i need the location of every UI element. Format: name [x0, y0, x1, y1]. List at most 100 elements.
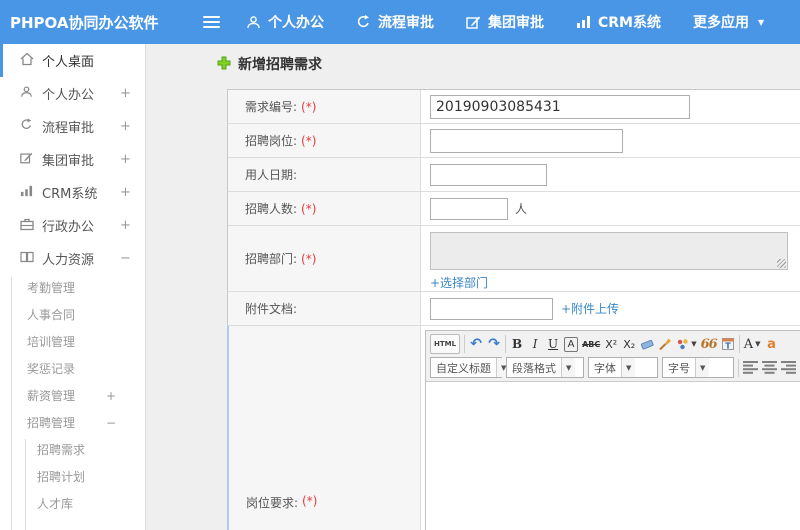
- menu-toggle-button[interactable]: [203, 16, 220, 28]
- headcount-input[interactable]: [430, 197, 508, 220]
- align-right-button[interactable]: [781, 358, 796, 378]
- eraser-icon: [640, 337, 654, 351]
- recruit-dept-textarea[interactable]: [430, 232, 788, 270]
- subscript-button[interactable]: X₂: [622, 334, 636, 354]
- sidebar-item-personal-desktop[interactable]: 个人桌面: [0, 44, 145, 77]
- field-label: 招聘人数:: [245, 202, 298, 216]
- topbar: PHPOA协同办公软件 个人办公 流程审批 集团审批 CRM系统 更多应用 ▼: [0, 0, 800, 44]
- bar-chart-icon: [20, 185, 33, 201]
- sidebar-item-admin-office[interactable]: 行政办公 +: [0, 209, 145, 242]
- caret-down-icon: ▼: [621, 358, 636, 377]
- expand-icon[interactable]: +: [120, 152, 131, 167]
- sidebar-item-workflow-approval[interactable]: 流程审批 +: [0, 110, 145, 143]
- job-position-input[interactable]: [430, 128, 623, 153]
- caret-down-icon: ▼: [695, 358, 710, 377]
- required-mark: (*): [301, 251, 317, 266]
- recruit-demand-form: 需求编号:(*) 招聘岗位:(*) 用人日期: 招聘人数:(*) 人 招聘部门:…: [227, 89, 800, 530]
- form-row-recruit-dept: 招聘部门: (*) +选择部门: [227, 226, 800, 292]
- sidebar-item-rewards[interactable]: 奖惩记录: [0, 356, 145, 383]
- page-header: 新增招聘需求: [217, 54, 322, 74]
- sidebar-item-training[interactable]: 培训管理: [0, 329, 145, 356]
- strikethrough-button[interactable]: ABC: [582, 334, 600, 354]
- highlight-color-button[interactable]: a: [765, 334, 779, 354]
- field-label: 用人日期:: [245, 168, 298, 182]
- person-icon: [246, 15, 261, 30]
- align-left-button[interactable]: [743, 358, 758, 378]
- field-label: 招聘岗位:: [245, 134, 298, 148]
- sidebar-item-attendance[interactable]: 考勤管理: [0, 275, 145, 302]
- align-right-icon: [781, 361, 796, 374]
- blockquote-button[interactable]: 66: [701, 334, 718, 354]
- nav-item-more-apps[interactable]: 更多应用 ▼: [693, 12, 764, 32]
- nav-item-workflow-approval[interactable]: 流程审批: [356, 12, 434, 32]
- collapse-icon[interactable]: −: [106, 410, 116, 437]
- demand-no-input[interactable]: [430, 94, 690, 119]
- palette-icon: [676, 338, 689, 351]
- remove-format-button[interactable]: [640, 334, 654, 354]
- expand-icon[interactable]: +: [120, 119, 131, 134]
- select-department-link[interactable]: +选择部门: [430, 274, 488, 291]
- required-mark: (*): [301, 133, 317, 148]
- field-label: 需求编号:: [245, 100, 298, 114]
- collapse-icon[interactable]: −: [120, 251, 131, 266]
- expand-icon[interactable]: +: [120, 185, 131, 200]
- process-arrow-icon: [20, 118, 33, 135]
- superscript-button[interactable]: X²: [604, 334, 618, 354]
- sidebar-item-recruit-plan[interactable]: 招聘计划: [0, 464, 145, 491]
- hamburger-icon: [203, 16, 220, 18]
- hire-date-input[interactable]: [430, 163, 547, 186]
- form-row-attachment: 附件文档: +附件上传: [227, 292, 800, 326]
- field-label: 附件文档:: [245, 302, 298, 316]
- html-source-button[interactable]: HTML: [430, 334, 461, 354]
- align-center-button[interactable]: [762, 358, 777, 378]
- boxed-a-button[interactable]: A: [564, 336, 579, 352]
- expand-icon[interactable]: +: [120, 218, 131, 233]
- sidebar-item-group-approval[interactable]: 集团审批 +: [0, 143, 145, 176]
- sidebar-item-recruitment[interactable]: 招聘管理 −: [0, 410, 145, 437]
- paragraph-format-select[interactable]: 段落格式 ▼: [506, 357, 584, 378]
- sidebar-item-recruit-demand[interactable]: 招聘需求: [0, 437, 145, 464]
- nav-item-personal-office[interactable]: 个人办公: [246, 12, 324, 32]
- attachment-upload-link[interactable]: +附件上传: [561, 300, 619, 317]
- process-arrow-icon: [356, 14, 371, 30]
- align-left-icon: [743, 361, 758, 374]
- nav-item-crm[interactable]: CRM系统: [576, 12, 661, 32]
- align-center-icon: [762, 361, 777, 374]
- format-brush-button[interactable]: [658, 334, 672, 354]
- edit-icon: [20, 151, 33, 168]
- sidebar-hr-submenu: 考勤管理 人事合同 培训管理 奖惩记录 薪资管理 + 招聘管理 − 招聘需求 招聘计…: [0, 275, 145, 530]
- form-row-job-position: 招聘岗位: (*): [227, 124, 800, 158]
- nav-item-group-approval[interactable]: 集团审批: [466, 12, 544, 32]
- font-color-button[interactable]: A ▼: [744, 334, 761, 354]
- undo-button[interactable]: ↶: [469, 334, 483, 354]
- font-size-select[interactable]: 字号 ▼: [662, 357, 734, 378]
- edit-icon: [466, 15, 481, 30]
- italic-button[interactable]: I: [528, 334, 542, 354]
- underline-button[interactable]: U: [546, 334, 560, 354]
- sidebar-item-crm[interactable]: CRM系统 +: [0, 176, 145, 209]
- attachment-input[interactable]: [430, 297, 553, 320]
- sidebar-item-hr[interactable]: 人力资源 −: [0, 242, 145, 275]
- resize-grip-icon[interactable]: [777, 259, 786, 268]
- color-palette-button[interactable]: ▼: [676, 334, 697, 354]
- sidebar-item-talent-pool[interactable]: 人才库: [0, 491, 145, 518]
- app-logo: PHPOA协同办公软件: [10, 13, 159, 32]
- bold-button[interactable]: B: [510, 334, 524, 354]
- redo-button[interactable]: ↷: [487, 334, 501, 354]
- sidebar-item-salary[interactable]: 薪资管理 +: [0, 383, 145, 410]
- main-content: 新增招聘需求 需求编号:(*) 招聘岗位:(*) 用人日期: 招聘人数:(*) …: [146, 44, 800, 530]
- sidebar-recruitment-submenu: 招聘需求 招聘计划 人才库: [0, 437, 145, 530]
- expand-icon[interactable]: +: [106, 383, 116, 410]
- field-label: 招聘部门:: [245, 252, 298, 266]
- expand-icon[interactable]: +: [120, 86, 131, 101]
- person-icon: [20, 85, 33, 102]
- sidebar-item-hr-contract[interactable]: 人事合同: [0, 302, 145, 329]
- font-family-select[interactable]: 字体 ▼: [588, 357, 658, 378]
- sidebar-item-personal-office[interactable]: 个人办公 +: [0, 77, 145, 110]
- clipboard-icon: T: [721, 337, 735, 351]
- required-mark: (*): [301, 99, 317, 114]
- paste-text-button[interactable]: T: [721, 334, 735, 354]
- editor-content[interactable]: [426, 381, 800, 530]
- bar-chart-icon: [576, 15, 591, 29]
- heading-select[interactable]: 自定义标题 ▼: [430, 357, 511, 378]
